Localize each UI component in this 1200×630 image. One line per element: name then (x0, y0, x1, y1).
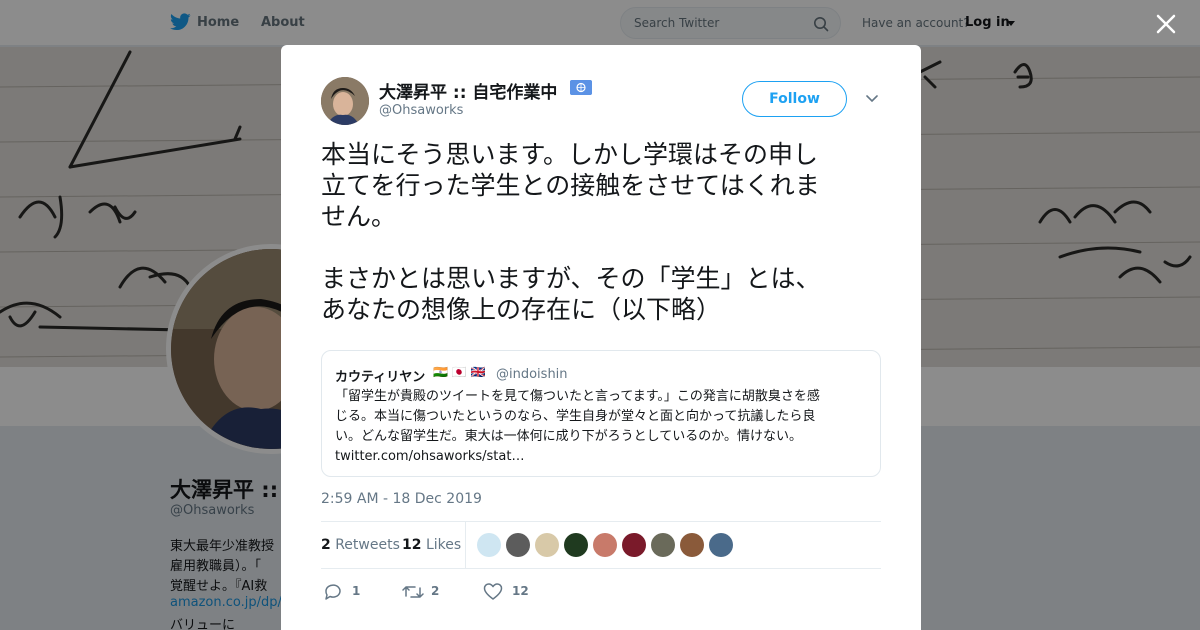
quoted-text-line: じる。本当に傷ついたというのなら、学生自身が堂々と面と向かって抗議したら良 (335, 409, 816, 424)
retweet-icon (402, 586, 424, 598)
likes-label: Likes (425, 537, 462, 553)
author-name[interactable]: 大澤昇平 :: 自宅作業中 (379, 78, 557, 103)
retweet-count: 2 (431, 584, 440, 598)
quoted-tweet[interactable]: カウティリヤン 🇮🇳 🇯🇵 🇬🇧 @indoishin 「留学生が貴殿のツイート… (321, 350, 881, 477)
retweet-button[interactable]: 2 (402, 582, 442, 602)
tweet-stats: 2 Retweets 12 Likes (321, 522, 466, 568)
retweets-count: 2 (321, 537, 331, 553)
quoted-text-line: 「留学生が貴殿のツイートを見て傷ついたと言ってます。」この発言に胡散臭さを感 (335, 389, 820, 404)
reply-icon (325, 584, 341, 600)
quoted-text: 「留学生が貴殿のツイートを見て傷ついたと言ってます。」この発言に胡散臭さを感 じ… (335, 387, 871, 467)
liker-avatar[interactable] (622, 533, 646, 557)
quoted-author-name: カウティリヤン (335, 370, 426, 385)
tweet-text-line: 本当にそう思います。しかし学環はその申し (321, 140, 819, 169)
reply-button[interactable]: 1 (323, 582, 363, 602)
tweet-text-line: 立てを行った学生との接触をさせてはくれま (321, 171, 820, 200)
tweet-text-line: まさかとは思いますが、その「学生」とは、 (321, 264, 821, 293)
liker-avatar[interactable] (564, 533, 588, 557)
tweet-timestamp[interactable]: 2:59 AM - 18 Dec 2019 (321, 491, 482, 507)
liker-avatar[interactable] (593, 533, 617, 557)
tweet-text-line: あなたの想像上の存在に（以下略） (321, 295, 722, 324)
author-handle[interactable]: @Ohsaworks (379, 103, 463, 118)
tweet-modal: 大澤昇平 :: 自宅作業中 @Ohsaworks Follow 本当にそう思いま… (281, 45, 921, 630)
like-count: 12 (512, 584, 529, 598)
liker-avatar[interactable] (709, 533, 733, 557)
chevron-down-icon[interactable] (866, 95, 878, 103)
close-icon[interactable] (1155, 13, 1177, 35)
heart-icon (483, 583, 503, 600)
retweets-stat[interactable]: 2 Retweets (321, 537, 400, 553)
liker-avatar[interactable] (535, 533, 559, 557)
un-flag-icon (570, 80, 592, 95)
liker-avatar[interactable] (506, 533, 530, 557)
liker-avatar[interactable] (477, 533, 501, 557)
likes-count: 12 (402, 537, 422, 553)
quoted-link[interactable]: twitter.com/ohsaworks/stat… (335, 447, 871, 467)
author-avatar-image (321, 77, 369, 125)
liker-avatar[interactable] (680, 533, 704, 557)
reply-count: 1 (352, 584, 361, 598)
tweet-text-line: せん。 (321, 202, 397, 231)
quoted-author-handle: @indoishin (496, 367, 568, 382)
follow-button[interactable]: Follow (742, 81, 847, 117)
author-avatar[interactable] (321, 77, 369, 125)
liker-avatar[interactable] (651, 533, 675, 557)
like-button[interactable]: 12 (483, 582, 533, 602)
divider (321, 568, 881, 569)
likes-stat[interactable]: 12 Likes (402, 537, 461, 553)
quoted-text-line: い。どんな留学生だ。東大は一体何に成り下がろうとしているのか。情けない。 (335, 429, 802, 444)
retweets-label: Retweets (335, 537, 400, 553)
tweet-text: 本当にそう思います。しかし学環はその申し 立てを行った学生との接触をさせてはくれ… (321, 139, 891, 325)
quoted-author-flags: 🇮🇳 🇯🇵 🇬🇧 (433, 365, 486, 379)
